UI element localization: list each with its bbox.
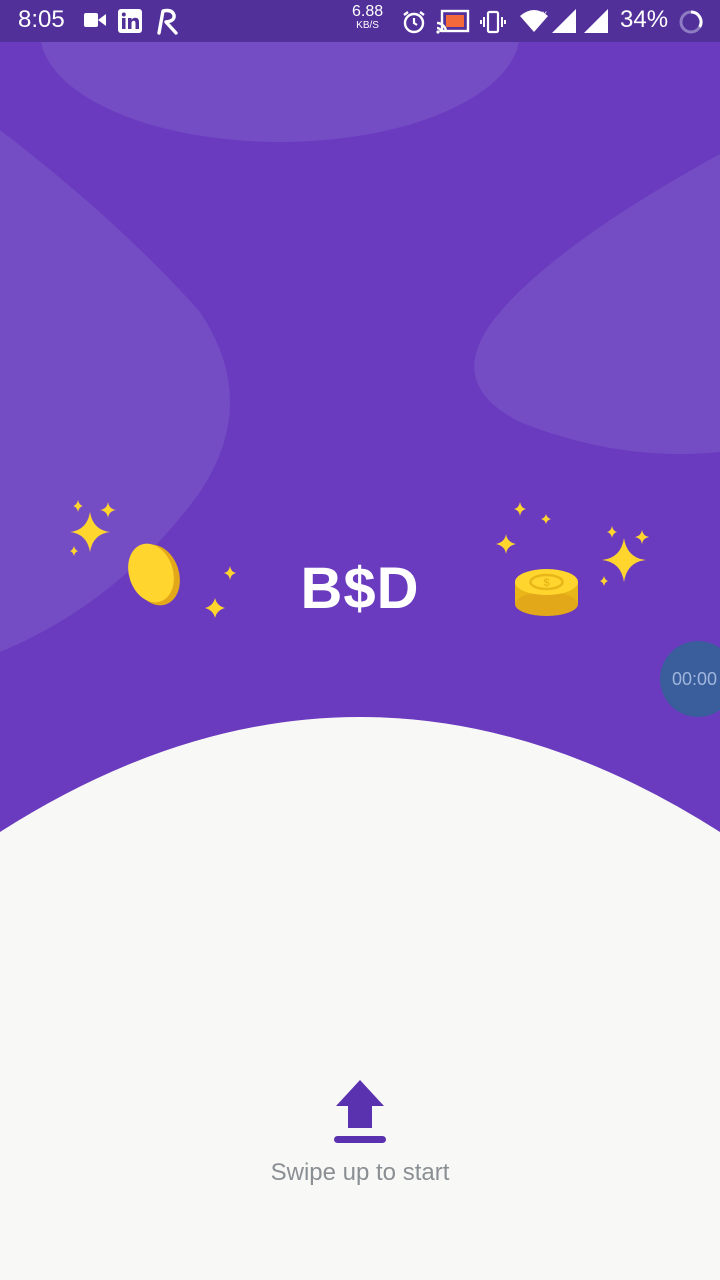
- coin-stack-icon: $: [515, 569, 578, 616]
- signal-icon: [552, 9, 576, 33]
- sparkles-icon: [496, 502, 551, 554]
- battery-ring-icon: [679, 10, 703, 34]
- svg-text:x: x: [542, 9, 547, 20]
- coin-icon: [128, 543, 180, 606]
- sparkles-icon: [70, 500, 116, 556]
- video-icon: [84, 13, 106, 27]
- swipe-up-control[interactable]: Swipe up to start: [0, 1076, 720, 1187]
- r-app-icon: [157, 8, 178, 35]
- sparkle-icon: [205, 566, 236, 618]
- status-bar: 8:05 6.88 KB/S x 34%: [0, 0, 720, 42]
- status-time: 8:05: [18, 6, 65, 33]
- net-speed: 6.88 KB/S: [352, 3, 384, 33]
- svg-text:$: $: [543, 577, 549, 589]
- wifi-icon: x: [520, 9, 548, 32]
- battery-percent: 34%: [620, 6, 669, 33]
- alarm-icon: [403, 11, 425, 34]
- signal-icon: [584, 9, 608, 33]
- net-speed-unit: KB/S: [356, 20, 379, 31]
- sparkles-icon: [600, 526, 649, 586]
- swipe-up-label: Swipe up to start: [270, 1159, 450, 1186]
- linkedin-icon: [118, 9, 142, 33]
- net-speed-value: 6.88: [352, 3, 384, 20]
- vibrate-icon: [480, 10, 506, 34]
- upload-arrow-icon: [334, 1080, 386, 1143]
- app-logo: B$D: [300, 556, 420, 621]
- hero-background: [0, 42, 720, 892]
- cast-icon: [436, 9, 470, 34]
